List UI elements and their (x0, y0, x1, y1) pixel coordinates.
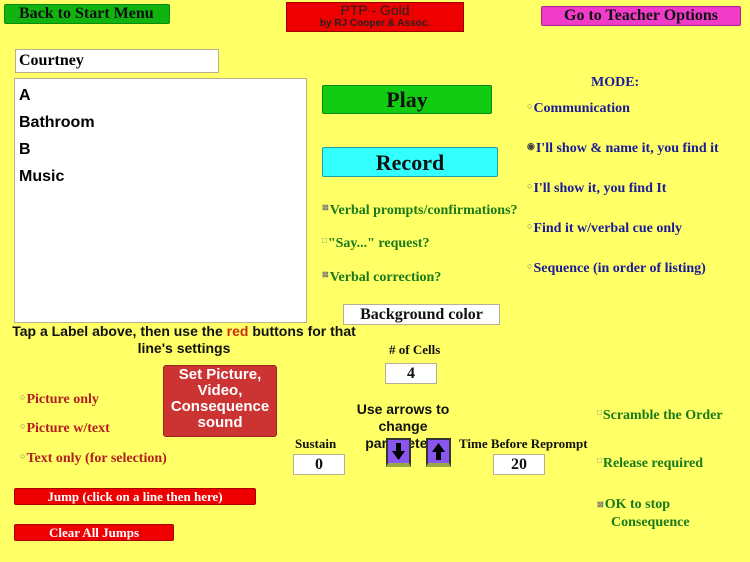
cells-label: # of Cells (389, 342, 441, 357)
app-title: PTP - Gold (340, 2, 410, 18)
jump-button[interactable]: Jump (click on a line then here) (14, 488, 256, 505)
button-line: Set Picture, (178, 366, 262, 383)
record-button[interactable]: Record (322, 147, 498, 177)
checkbox-label: Verbal prompts/confirmations? (329, 203, 518, 218)
radio-unselected-icon: ○ (527, 101, 533, 111)
checkbox-label: Verbal correction? (329, 270, 442, 285)
increase-button[interactable] (426, 438, 451, 467)
checkbox-checked-icon: ⊠ (597, 500, 604, 509)
checkbox-checked-icon: ⊠ (322, 203, 329, 212)
checkbox-unchecked-icon: □ (597, 408, 602, 417)
radio-label: Text only (for selection) (26, 451, 167, 466)
checkbox-label: OK to stop (604, 497, 671, 512)
radio-unselected-icon: ○ (527, 261, 533, 271)
mode-option-label: I'll show & name it, you find it (535, 141, 719, 156)
list-item[interactable]: A (15, 82, 306, 109)
radio-unselected-icon: ○ (20, 421, 26, 431)
app-subtitle: by RJ Cooper & Assoc. (319, 18, 431, 29)
scramble-order-checkbox[interactable]: □Scramble the Order (597, 408, 723, 424)
verbal-correction-checkbox[interactable]: ⊠Verbal correction? (322, 270, 441, 286)
radio-selected-icon: ◉ (527, 141, 535, 151)
cells-value-field[interactable]: 4 (385, 363, 437, 384)
clear-all-jumps-button[interactable]: Clear All Jumps (14, 524, 174, 541)
checkbox-label: "Say..." request? (327, 236, 430, 251)
play-button[interactable]: Play (322, 85, 492, 114)
button-line: Video, (197, 382, 243, 399)
ok-to-stop-consequence-checkbox[interactable]: ⊠OK to stop Consequence (597, 496, 690, 532)
list-item[interactable]: Bathroom (15, 109, 306, 136)
labels-list[interactable]: A Bathroom B Music (14, 78, 307, 323)
release-required-checkbox[interactable]: □Release required (597, 456, 703, 472)
radio-label: Picture w/text (26, 421, 110, 436)
checkbox-label-line2: Consequence (611, 515, 690, 530)
radio-label: Picture only (26, 392, 99, 407)
list-item[interactable]: B (15, 136, 306, 163)
mode-option-verbal-cue[interactable]: ○Find it w/verbal cue only (527, 221, 682, 237)
sustain-value-field[interactable]: 0 (293, 454, 345, 475)
teacher-options-button[interactable]: Go to Teacher Options (541, 6, 741, 26)
mode-heading: MODE: (591, 75, 640, 90)
arrow-down-icon (392, 443, 405, 460)
mode-option-show-find[interactable]: ○I'll show it, you find It (527, 181, 666, 197)
instruction-highlight: red (226, 323, 249, 339)
checkbox-label: Release required (602, 456, 704, 471)
verbal-prompts-checkbox[interactable]: ⊠Verbal prompts/confirmations? (322, 203, 518, 219)
checkbox-unchecked-icon: □ (597, 456, 602, 465)
button-line: sound (197, 414, 243, 431)
arrow-up-icon (432, 443, 445, 460)
mode-option-sequence[interactable]: ○Sequence (in order of listing) (527, 261, 706, 277)
radio-unselected-icon: ○ (20, 451, 26, 461)
say-request-checkbox[interactable]: □"Say..." request? (322, 236, 429, 252)
background-color-button[interactable]: Background color (343, 304, 500, 325)
list-item[interactable]: Music (15, 163, 306, 190)
checkbox-checked-icon: ⊠ (322, 270, 329, 279)
radio-unselected-icon: ○ (20, 392, 26, 402)
back-to-start-menu-button[interactable]: Back to Start Menu (4, 4, 170, 24)
mode-option-label: Communication (533, 101, 630, 116)
button-line: Consequence (170, 398, 270, 415)
student-name-field[interactable]: Courtney (15, 49, 219, 73)
picture-with-text-radio[interactable]: ○Picture w/text (20, 421, 110, 437)
mode-option-label: I'll show it, you find It (533, 181, 667, 196)
mode-option-label: Sequence (in order of listing) (533, 261, 706, 276)
sustain-label: Sustain (295, 436, 337, 451)
decrease-button[interactable] (386, 438, 411, 467)
picture-only-radio[interactable]: ○Picture only (20, 392, 99, 408)
text-only-radio[interactable]: ○Text only (for selection) (20, 451, 167, 467)
instruction-text: Tap a Label above, then use the red butt… (12, 323, 356, 356)
mode-option-label: Find it w/verbal cue only (533, 221, 682, 236)
mode-option-show-name-find[interactable]: ◉I'll show & name it, you find it (527, 141, 719, 157)
app-title-banner: PTP - Gold by RJ Cooper & Assoc. (286, 2, 464, 32)
reprompt-time-value-field[interactable]: 20 (493, 454, 545, 475)
reprompt-time-label: Time Before Reprompt (459, 436, 588, 451)
mode-option-communication[interactable]: ○Communication (527, 101, 630, 117)
checkbox-label: Scramble the Order (602, 408, 723, 423)
radio-unselected-icon: ○ (527, 221, 533, 231)
checkbox-unchecked-icon: □ (322, 236, 327, 245)
set-picture-video-sound-button[interactable]: Set Picture, Video, Consequence sound (163, 365, 277, 437)
radio-unselected-icon: ○ (527, 181, 533, 191)
